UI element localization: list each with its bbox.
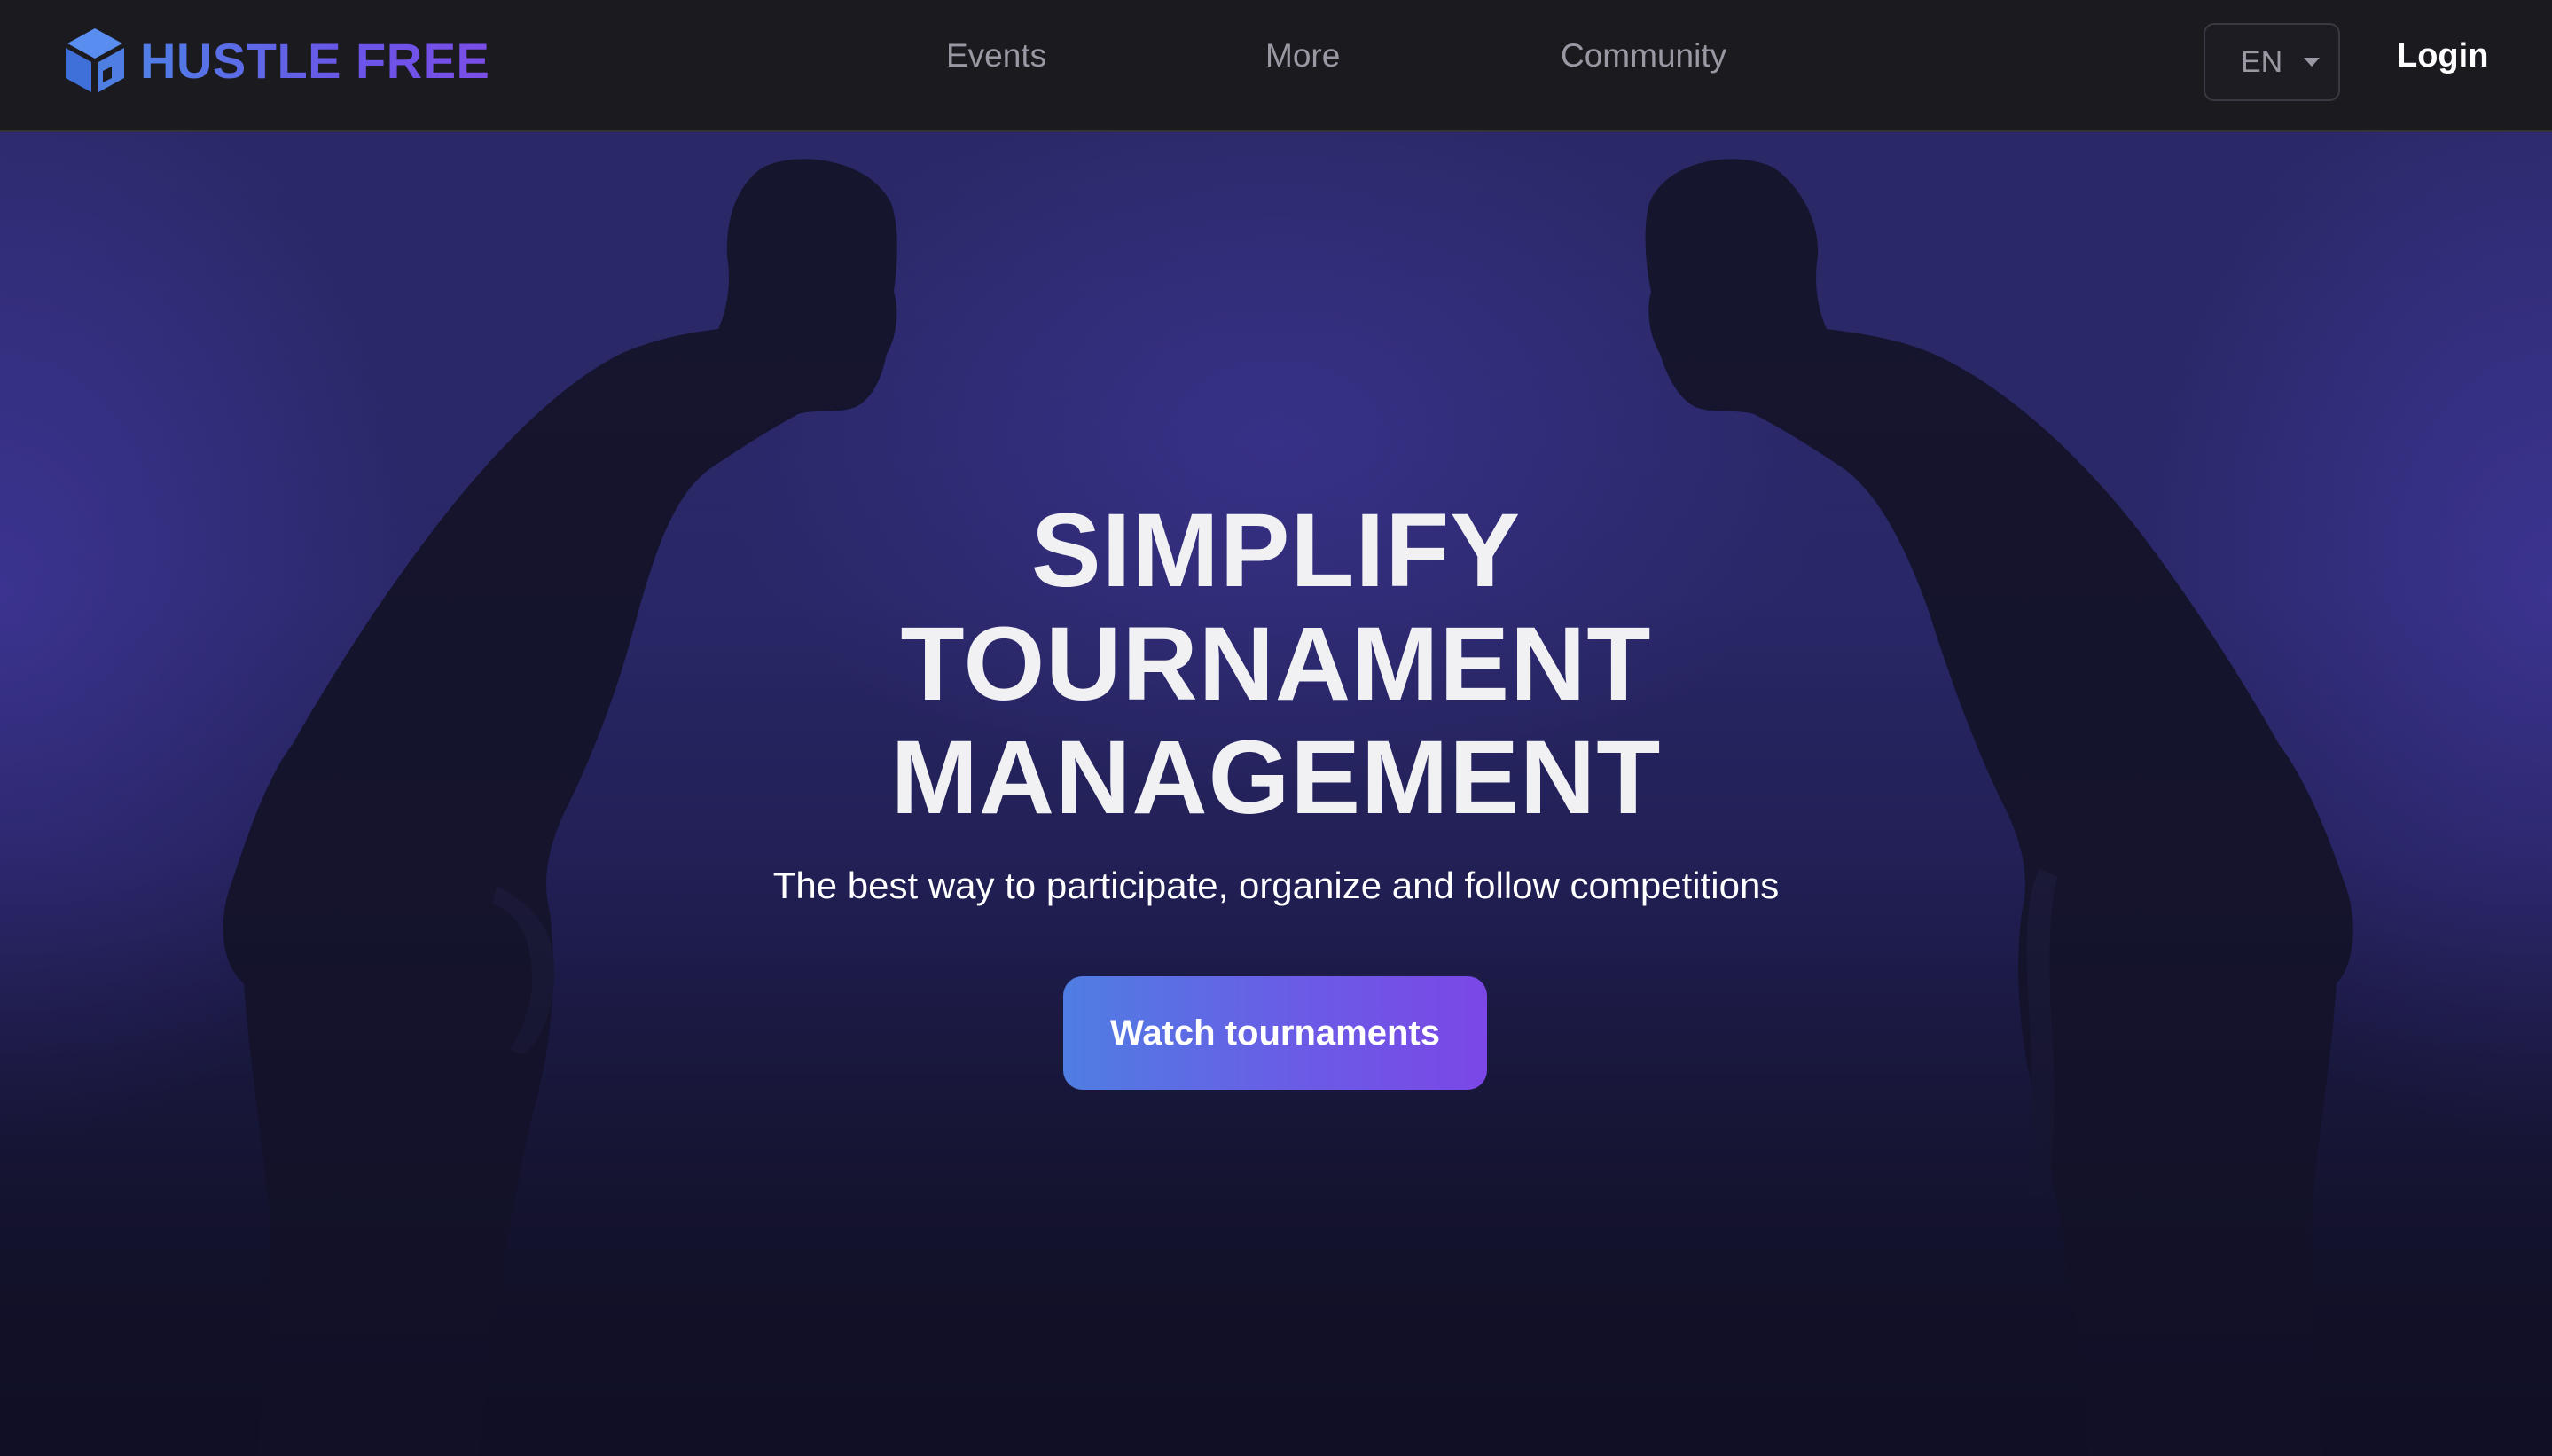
nav-link-community[interactable]: Community [1561, 37, 1726, 74]
hero-title-line-2: TOURNAMENT [900, 606, 1652, 723]
hero-title-line-3: MANAGEMENT [890, 719, 1662, 836]
brand-name: HUSTLE FREE [140, 32, 490, 89]
hero-content: SIMPLIFY TOURNAMENT MANAGEMENT The best … [0, 132, 2552, 1456]
nav-link-events[interactable]: Events [946, 37, 1046, 74]
top-navbar: HUSTLE FREE Events More Community EN Log… [0, 0, 2552, 132]
landing-page: HUSTLE FREE Events More Community EN Log… [0, 0, 2552, 1456]
watch-tournaments-button[interactable]: Watch tournaments [1063, 976, 1487, 1090]
hero-subtitle: The best way to participate, organize an… [772, 865, 1780, 906]
language-selected-value: EN [2241, 44, 2283, 79]
language-select[interactable]: EN [2204, 23, 2340, 101]
nav-link-more[interactable]: More [1265, 37, 1340, 74]
hero-title: SIMPLIFY TOURNAMENT MANAGEMENT [0, 494, 2552, 834]
caret-down-icon [2304, 58, 2321, 67]
hero-section: SIMPLIFY TOURNAMENT MANAGEMENT The best … [0, 132, 2552, 1456]
brand-logo-link[interactable]: HUSTLE FREE [64, 25, 489, 96]
cube-logo-icon [66, 28, 124, 92]
hero-title-line-1: SIMPLIFY [1030, 492, 1522, 609]
login-link[interactable]: Login [2397, 37, 2488, 75]
